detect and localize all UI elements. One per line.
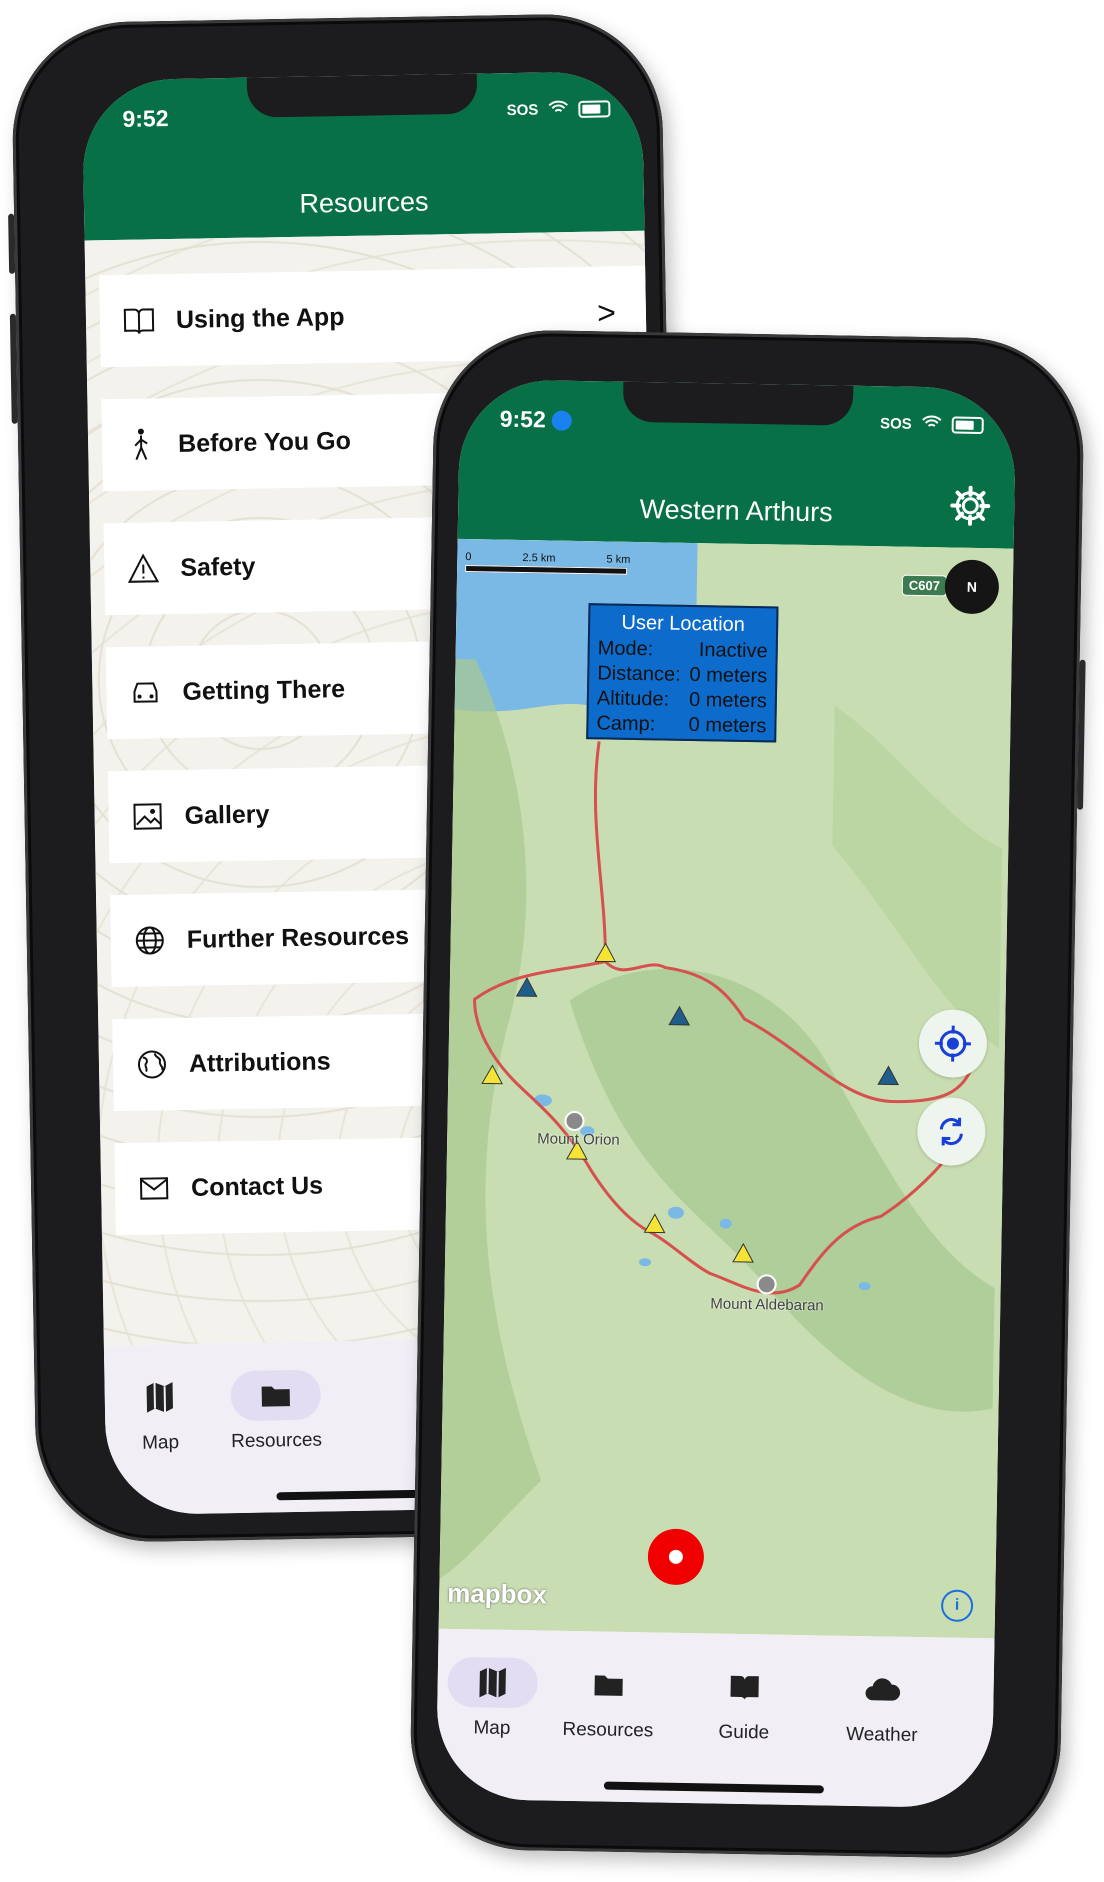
map-view[interactable]: 0 2.5 km 5 km C607 N User Location Mode:… <box>438 538 1014 1639</box>
scale-label: 5 km <box>606 553 631 566</box>
tab-label: Map <box>141 1432 180 1454</box>
tab-resources[interactable]: Resources <box>553 1659 664 1743</box>
car-icon <box>126 673 165 712</box>
warning-icon <box>124 549 163 588</box>
envelope-icon <box>135 1169 174 1208</box>
tab-label: Guide <box>718 1721 770 1744</box>
user-location-panel: User Location Mode: Inactive Distance: 0 m… <box>586 603 779 743</box>
status-time: 9:52 <box>122 105 169 132</box>
side-button <box>8 213 16 274</box>
road-label: C607 <box>901 574 948 597</box>
tab-map[interactable]: Map <box>437 1656 548 1741</box>
tab-label: Map <box>473 1717 511 1739</box>
front-phone: Western Arthurs 9:52 SOS 0 2.5 km 5 km C… <box>408 328 1086 1860</box>
tab-bar: Map Resources Guide Weather <box>435 1628 995 1809</box>
volume-button <box>9 313 18 424</box>
list-item-label: Using the App <box>175 302 345 334</box>
refresh-icon <box>939 1117 963 1146</box>
tab-label: Resources <box>230 1429 323 1453</box>
tab-weather[interactable]: Weather <box>827 1664 938 1748</box>
sos-label: SOS <box>879 414 912 433</box>
mapbox-logo: mapbox <box>446 1577 548 1610</box>
peak-label: Mount Aldebaran <box>710 1295 824 1315</box>
power-button <box>1077 659 1086 810</box>
notch <box>246 73 478 118</box>
list-item-label: Contact Us <box>190 1171 324 1202</box>
tab-label: Weather <box>845 1723 918 1747</box>
list-item-label: Gallery <box>184 799 270 830</box>
cloud-icon <box>837 1664 928 1716</box>
sos-label: SOS <box>506 101 539 119</box>
list-item-label: Attributions <box>188 1046 331 1078</box>
globe-icon <box>130 921 169 960</box>
status-indicators: SOS <box>880 414 984 434</box>
scale-label: 2.5 km <box>522 552 556 565</box>
tab-resources[interactable]: Resources <box>220 1369 331 1453</box>
folder-icon <box>230 1369 322 1422</box>
map-icon <box>114 1372 205 1424</box>
tab-guide[interactable]: Guide <box>689 1661 800 1745</box>
battery-icon <box>578 99 611 118</box>
list-item-label: Getting There <box>182 674 346 706</box>
scale-label: 0 <box>465 551 472 564</box>
notch <box>622 381 854 426</box>
panel-row: Altitude: 0 meters <box>596 687 768 713</box>
chevron-right-icon: > <box>596 293 617 331</box>
page-title: Resources <box>299 186 429 219</box>
hiker-icon <box>122 425 161 464</box>
book-icon <box>120 301 159 340</box>
battery-icon <box>951 415 984 434</box>
status-indicators: SOS <box>507 99 611 119</box>
location-arrow-icon <box>551 410 573 431</box>
list-item-label: Further Resources <box>186 921 410 954</box>
gear-icon[interactable] <box>948 483 993 533</box>
list-item-label: Before You Go <box>177 426 352 458</box>
map-icon <box>447 1656 539 1709</box>
book-icon <box>699 1661 790 1713</box>
page-title: Western Arthurs <box>639 494 833 528</box>
panel-row: Camp: 0 meters <box>596 712 767 738</box>
crosshair-icon <box>934 1025 971 1062</box>
tab-label: Resources <box>562 1718 654 1742</box>
panel-row: Distance: 0 meters <box>597 662 768 688</box>
list-item-label: Safety <box>180 552 256 582</box>
scale-bar: 0 2.5 km 5 km <box>465 551 635 575</box>
folder-icon <box>563 1659 654 1711</box>
map-screen: Western Arthurs 9:52 SOS 0 2.5 km 5 km C… <box>435 378 1017 1809</box>
earth-icon <box>133 1045 172 1084</box>
image-icon <box>128 797 167 836</box>
wifi-icon <box>548 100 568 118</box>
panel-row: Mode: Inactive <box>597 637 768 663</box>
tab-map[interactable]: Map <box>104 1371 215 1455</box>
panel-title: User Location <box>621 611 746 636</box>
peak-label: Mount Orion <box>537 1130 620 1149</box>
status-time: 9:52 <box>500 406 573 434</box>
wifi-icon <box>922 415 942 433</box>
